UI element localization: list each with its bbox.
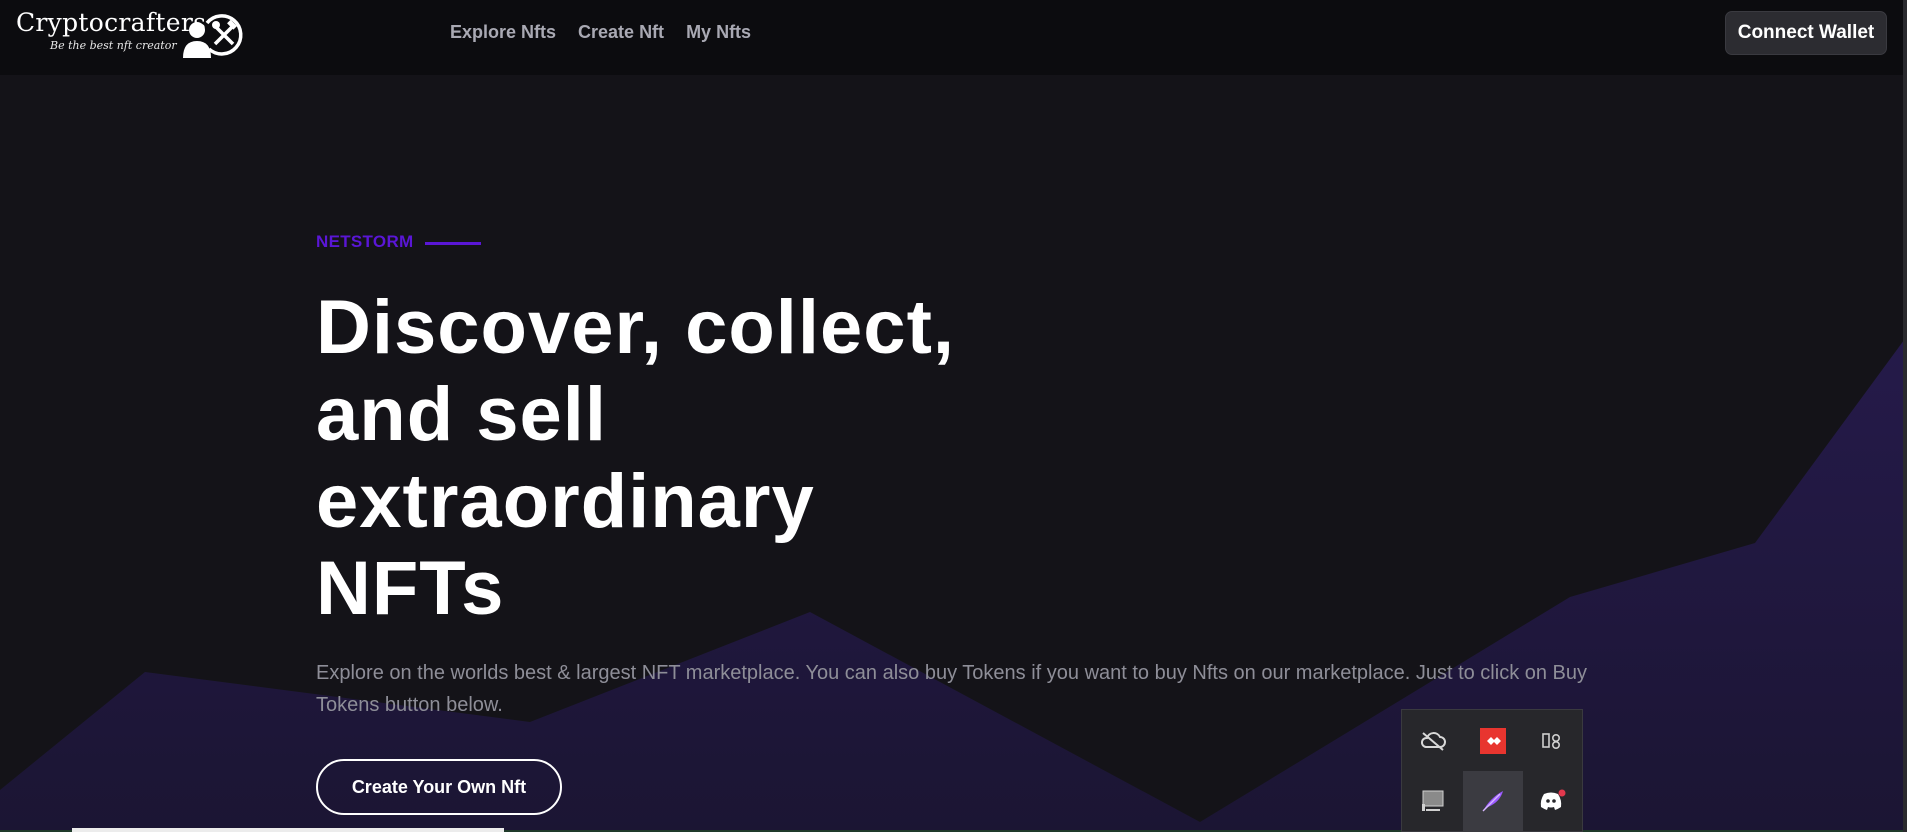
bluetooth-binary-icon (1542, 733, 1561, 750)
cloud-offline-icon (1420, 732, 1446, 751)
nav-my-nfts[interactable]: My Nfts (686, 22, 751, 43)
system-tray-popup (1401, 709, 1583, 832)
tray-discord[interactable] (1523, 771, 1583, 831)
headline-line-4: NFTs (316, 546, 505, 631)
anydesk-icon (1480, 728, 1506, 754)
nav-explore-nfts[interactable]: Explore Nfts (450, 22, 556, 43)
headline-line-3: extraordinary (316, 459, 815, 544)
brand[interactable]: Cryptocrafters Be the best nft creator (16, 8, 206, 52)
eyebrow-divider (425, 242, 482, 245)
discord-icon (1540, 789, 1566, 810)
brand-name: Cryptocrafters (16, 8, 207, 37)
nav-create-nft[interactable]: Create Nft (578, 22, 664, 43)
monitor-icon (1422, 790, 1444, 811)
create-own-nft-button[interactable]: Create Your Own Nft (316, 759, 562, 815)
tray-bluetooth[interactable] (1523, 711, 1583, 771)
top-navbar: Cryptocrafters Be the best nft creator E… (0, 0, 1907, 75)
eyebrow-label: NETSTORM (316, 232, 414, 251)
hero-headline: Discover, collect, and sell extraordinar… (316, 284, 1036, 632)
hero-eyebrow: NETSTORM (316, 232, 1616, 252)
tray-monitor[interactable] (1403, 771, 1463, 831)
headline-line-2: and sell (316, 372, 607, 457)
feather-icon (1482, 791, 1503, 812)
main-nav: Explore Nfts Create Nft My Nfts (450, 22, 751, 43)
connect-wallet-button[interactable]: Connect Wallet (1725, 11, 1887, 55)
tray-feather[interactable] (1463, 771, 1523, 831)
hero-section: NETSTORM Discover, collect, and sell ext… (316, 232, 1616, 741)
horizontal-scroll-indicator[interactable] (72, 828, 504, 832)
tray-anydesk[interactable] (1463, 711, 1523, 771)
crafter-logo-icon[interactable] (182, 10, 244, 60)
headline-line-1: Discover, collect, (316, 285, 955, 370)
tray-cloud-offline[interactable] (1403, 711, 1463, 771)
page-scrollbar[interactable] (1903, 0, 1907, 832)
